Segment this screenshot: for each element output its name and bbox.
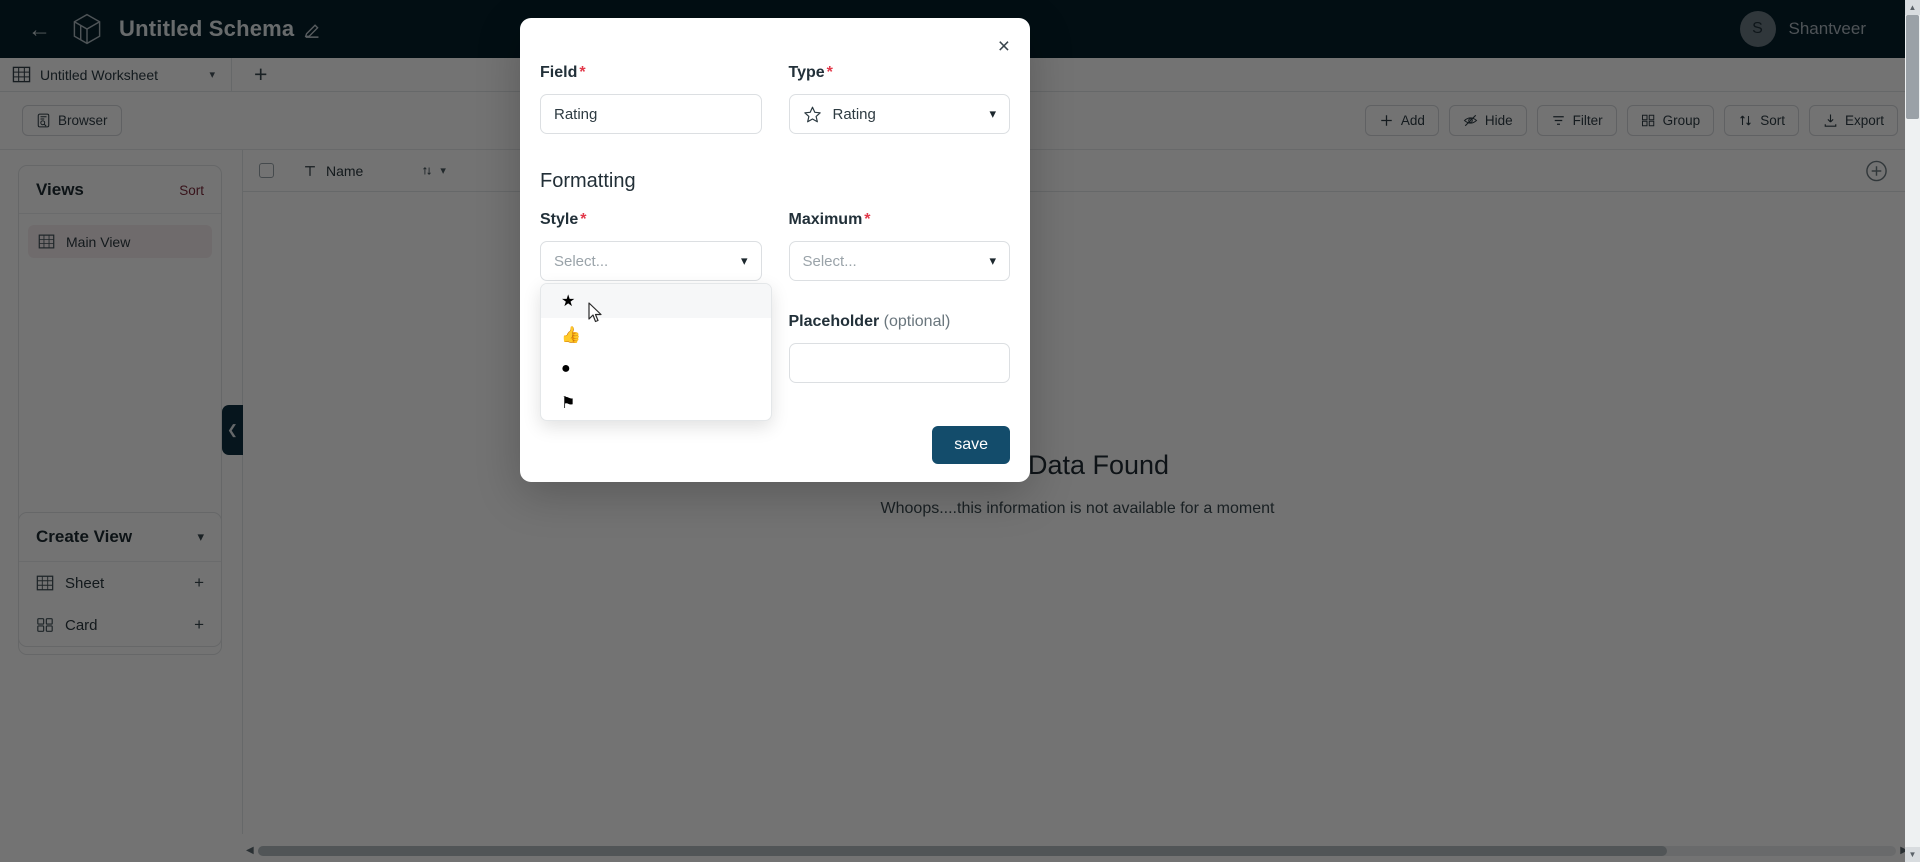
style-group: Style * Select... ▾ [540,211,762,281]
style-select[interactable]: Select... ▾ [540,241,762,281]
triangle-up-icon[interactable]: ▲ [1905,0,1920,15]
field-label-text: Field [540,64,578,81]
maximum-group: Maximum * Select... ▾ [788,211,1011,281]
flag-filled-icon: ⚑ [561,395,576,412]
style-option-thumbs-up[interactable]: 👍 [541,318,771,352]
chevron-down-icon[interactable]: ▾ [989,253,996,269]
style-label-text: Style [540,211,579,228]
field-name-input[interactable] [540,94,762,134]
placeholder-group: Placeholder (optional) [788,313,1011,383]
type-label-text: Type [788,64,825,81]
required-asterisk: * [579,64,586,81]
style-option-star[interactable]: ★ [541,284,771,318]
style-select-placeholder: Select... [554,252,609,270]
chevron-down-icon[interactable]: ▾ [989,106,996,122]
circle-filled-icon: ● [561,360,571,377]
required-asterisk: * [580,211,587,228]
type-select-value-wrap: Rating [803,105,876,124]
vertical-scrollbar[interactable]: ▲ ▼ [1905,0,1920,862]
close-x-icon[interactable]: × [998,36,1010,57]
placeholder-label-text: Placeholder [788,313,880,330]
chevron-down-icon[interactable]: ▾ [741,253,748,269]
required-asterisk: * [864,211,871,228]
save-button[interactable]: save [932,426,1010,464]
field-label: Field * [540,64,762,82]
triangle-down-icon[interactable]: ▼ [1905,847,1920,862]
style-options-dropdown: ★ 👍 ● ⚑ [540,283,772,421]
style-label: Style * [540,211,762,229]
maximum-label-text: Maximum [788,211,863,228]
style-maximum-row: Style * Select... ▾ Maximum * Select... ▾ [520,211,1030,281]
field-type-group: Type * Rating ▾ [788,64,1011,134]
formatting-section-title: Formatting [540,170,636,192]
maximum-select-placeholder: Select... [802,252,857,270]
placeholder-input[interactable] [788,343,1010,383]
field-name-group: Field * [540,64,762,134]
type-label: Type * [789,64,1011,82]
maximum-label: Maximum * [789,211,1011,229]
style-option-flag[interactable]: ⚑ [541,386,771,420]
type-select-value: Rating [832,105,876,123]
application-root: ← Untitled Schema S Shantveer [0,0,1920,862]
placeholder-label: Placeholder (optional) [789,313,1011,331]
field-type-row: Field* Type* Rating ▾ [520,18,1030,134]
placeholder-optional-text: (optional) [883,313,951,330]
required-asterisk: * [826,64,833,81]
vertical-scrollbar-thumb[interactable] [1906,15,1919,119]
style-option-circle[interactable]: ● [541,352,771,386]
type-select[interactable]: Rating ▾ [788,94,1010,134]
star-filled-icon: ★ [561,293,576,310]
thumbs-up-icon: 👍 [561,327,581,344]
maximum-select[interactable]: Select... ▾ [788,241,1010,281]
star-outline-icon [803,106,821,122]
